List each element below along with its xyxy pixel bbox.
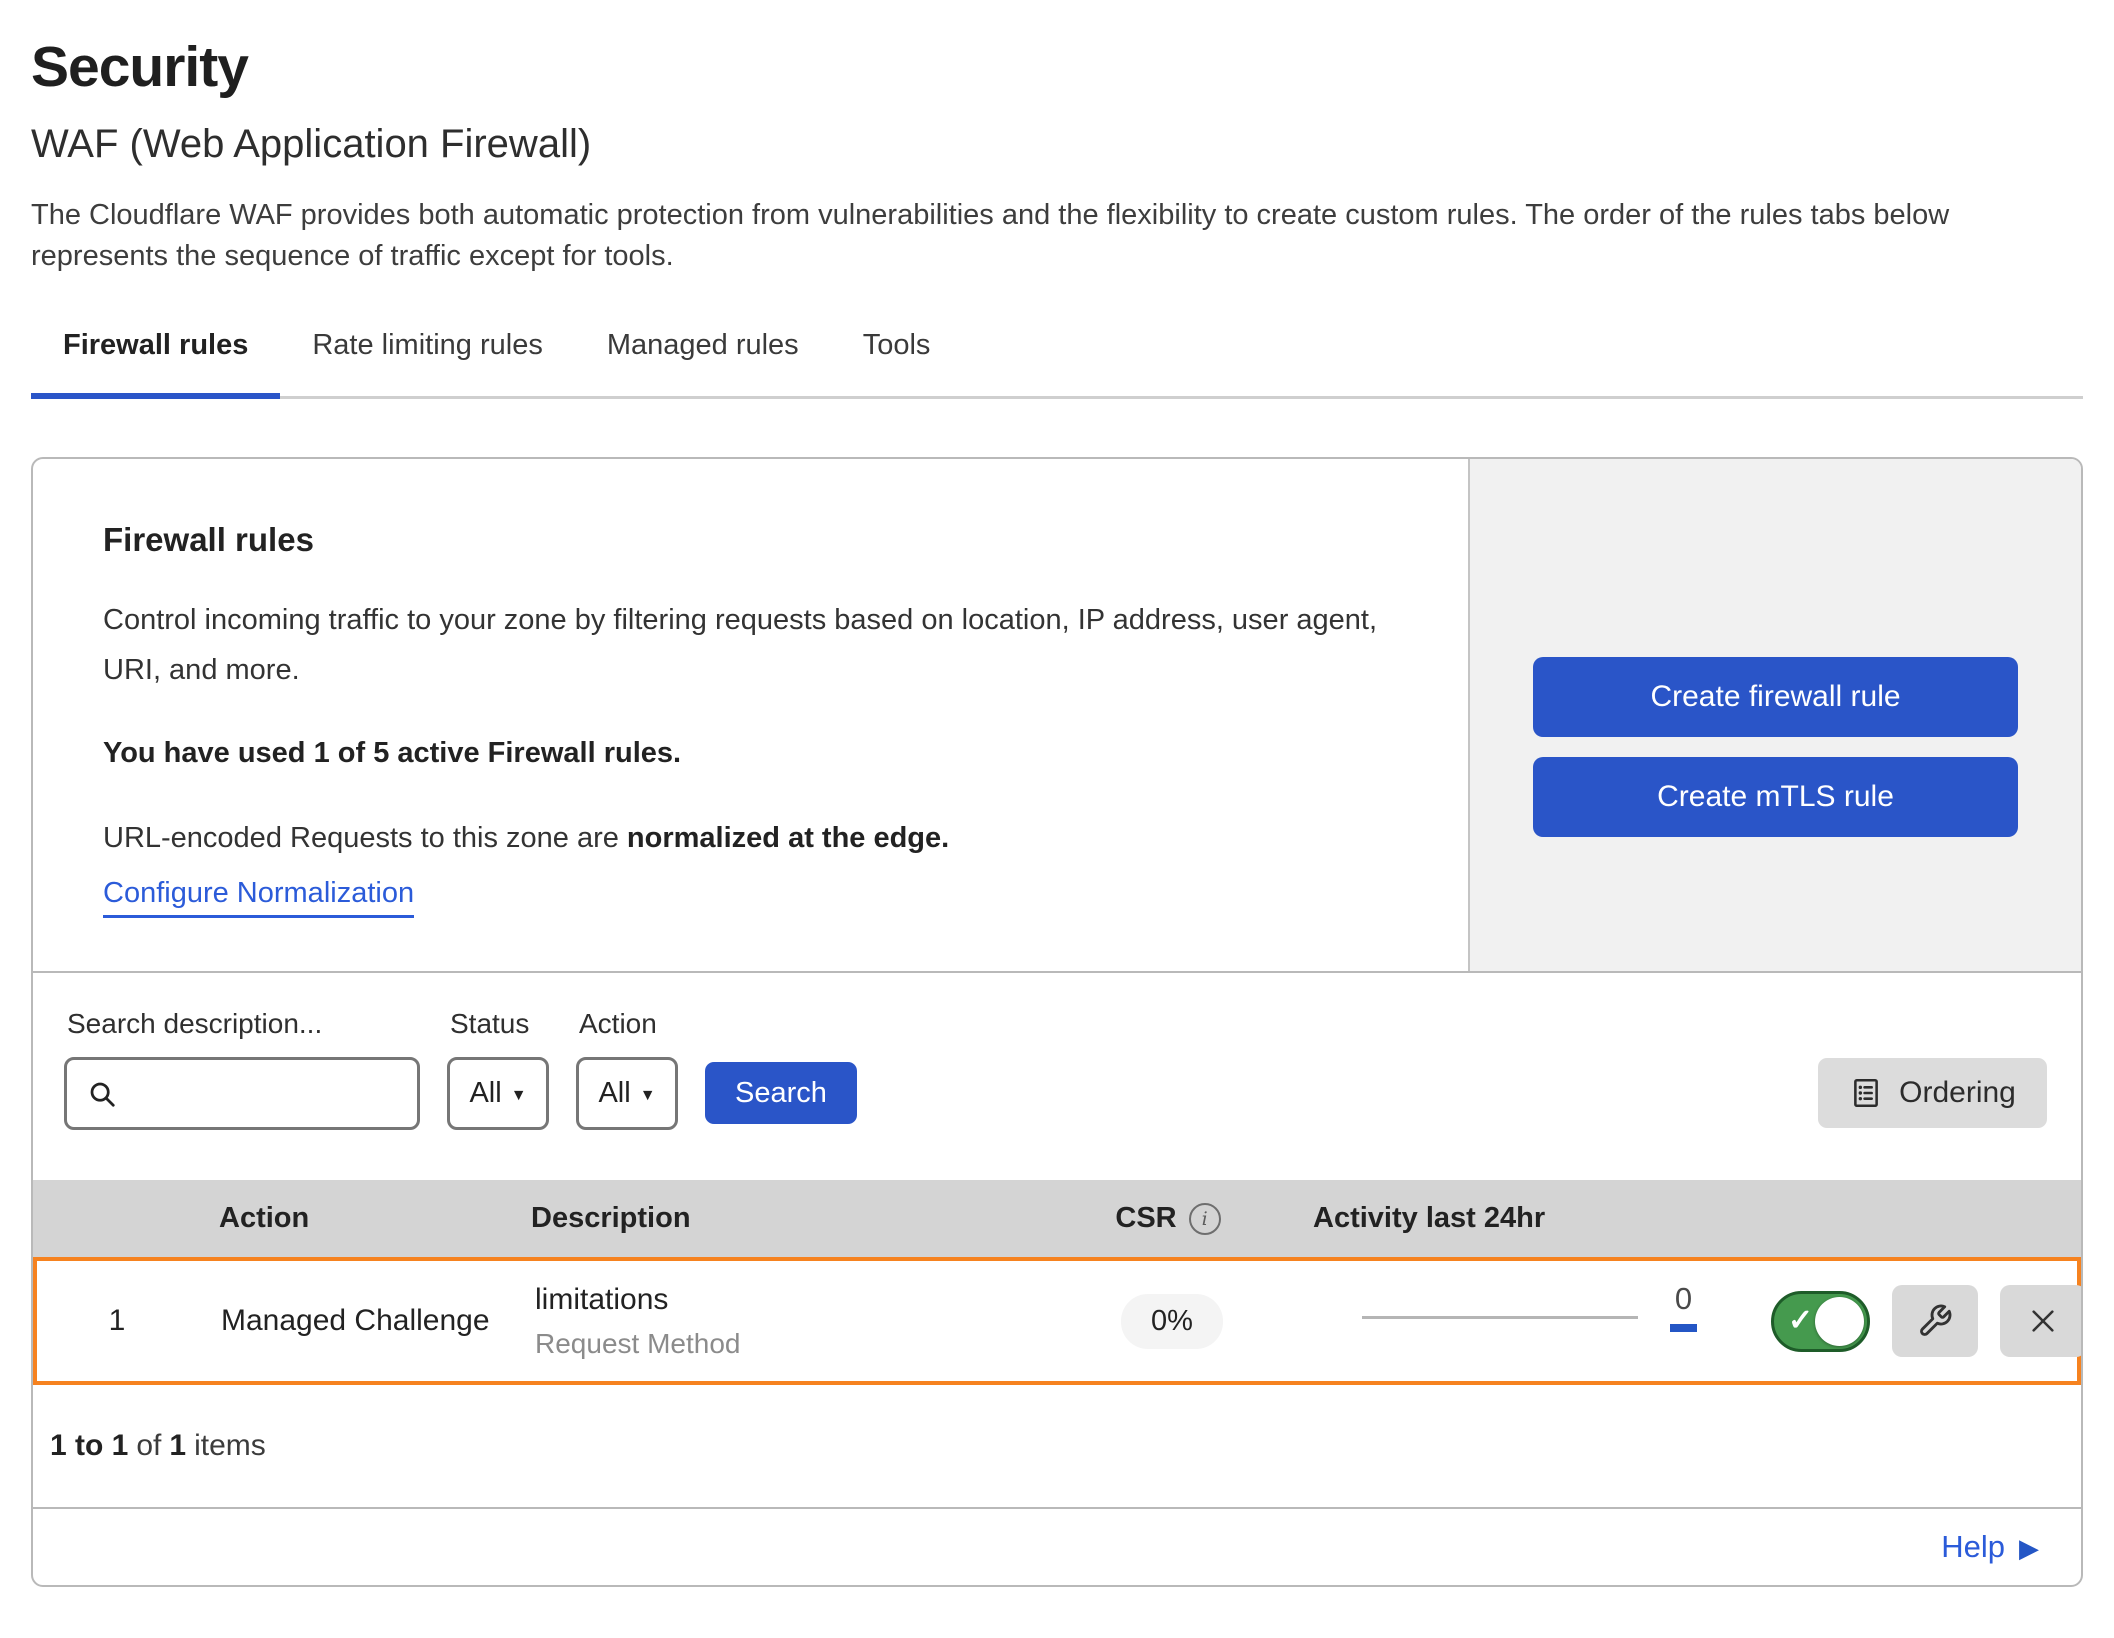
rule-action: Managed Challenge bbox=[197, 1304, 527, 1338]
page-title: Security bbox=[31, 34, 2083, 100]
chevron-down-icon: ▼ bbox=[511, 1083, 527, 1105]
summary-of: of bbox=[136, 1429, 161, 1463]
action-filter-group: Action All ▼ bbox=[576, 1008, 678, 1130]
create-mtls-rule-button[interactable]: Create mTLS rule bbox=[1533, 757, 2018, 837]
rule-description-cell: limitations Request Method bbox=[527, 1283, 1027, 1360]
rule-priority: 1 bbox=[37, 1304, 197, 1338]
filter-bar: Search description... Status All ▼ bbox=[33, 973, 2081, 1180]
pagination-summary: 1 to 1 of 1 items bbox=[33, 1385, 2081, 1507]
tab-firewall-rules[interactable]: Firewall rules bbox=[31, 329, 280, 396]
chevron-down-icon: ▼ bbox=[640, 1083, 656, 1105]
table-header: Action Description CSR i Activity last 2… bbox=[33, 1180, 2081, 1257]
card-heading: Firewall rules bbox=[103, 521, 1398, 559]
info-icon[interactable]: i bbox=[1189, 1203, 1221, 1235]
status-select[interactable]: All ▼ bbox=[447, 1057, 549, 1130]
normalization-text: URL-encoded Requests to this zone are bbox=[103, 822, 627, 854]
ordering-button[interactable]: Ordering bbox=[1818, 1058, 2047, 1128]
summary-range: 1 to 1 bbox=[50, 1429, 128, 1463]
tab-rate-limiting-rules[interactable]: Rate limiting rules bbox=[280, 329, 574, 396]
tab-tools[interactable]: Tools bbox=[831, 329, 963, 396]
rule-controls: ✓ bbox=[1757, 1285, 2083, 1357]
card-actions-panel: Create firewall rule Create mTLS rule bbox=[1468, 459, 2081, 971]
toggle-knob bbox=[1815, 1297, 1864, 1346]
tab-managed-rules[interactable]: Managed rules bbox=[575, 329, 831, 396]
normalization-bold: normalized at the edge. bbox=[627, 822, 949, 854]
edit-rule-button[interactable] bbox=[1892, 1285, 1978, 1357]
page-description: The Cloudflare WAF provides both automat… bbox=[31, 195, 2081, 277]
create-firewall-rule-button[interactable]: Create firewall rule bbox=[1533, 657, 2018, 737]
activity-count: 0 bbox=[1675, 1284, 1692, 1314]
sparkline-flat-line bbox=[1362, 1316, 1638, 1319]
ordering-button-label: Ordering bbox=[1899, 1076, 2016, 1110]
card-info: Firewall rules Control incoming traffic … bbox=[33, 459, 1468, 971]
action-select[interactable]: All ▼ bbox=[576, 1057, 678, 1130]
activity-sparkline: 0 bbox=[1317, 1284, 1757, 1358]
rule-enabled-toggle[interactable]: ✓ bbox=[1771, 1291, 1870, 1352]
search-group: Search description... bbox=[64, 1008, 420, 1130]
search-input[interactable] bbox=[129, 1078, 409, 1110]
ordering-list-icon bbox=[1849, 1076, 1883, 1110]
close-icon bbox=[2027, 1305, 2059, 1337]
header-csr: CSR i bbox=[1023, 1202, 1313, 1235]
waf-tab-bar: Firewall rules Rate limiting rules Manag… bbox=[31, 329, 2083, 399]
card-top-section: Firewall rules Control incoming traffic … bbox=[33, 459, 2081, 973]
normalization-note: URL-encoded Requests to this zone are no… bbox=[103, 822, 1398, 855]
configure-normalization-link[interactable]: Configure Normalization bbox=[103, 877, 414, 918]
rule-expression: Request Method bbox=[527, 1328, 1027, 1360]
activity-count-underline bbox=[1670, 1324, 1697, 1332]
status-filter-group: Status All ▼ bbox=[447, 1008, 549, 1130]
csr-badge: 0% bbox=[1121, 1294, 1223, 1349]
table-row[interactable]: 1 Managed Challenge limitations Request … bbox=[33, 1257, 2081, 1385]
card-footer: Help ▶ bbox=[33, 1507, 2081, 1585]
security-waf-page: Security WAF (Web Application Firewall) … bbox=[0, 0, 2114, 1587]
search-label: Search description... bbox=[67, 1008, 420, 1040]
summary-items: items bbox=[194, 1429, 266, 1463]
search-button[interactable]: Search bbox=[705, 1062, 857, 1124]
status-select-value: All bbox=[469, 1077, 501, 1110]
page-subtitle: WAF (Web Application Firewall) bbox=[31, 122, 2083, 167]
action-label: Action bbox=[579, 1008, 678, 1040]
help-link[interactable]: Help ▶ bbox=[1941, 1529, 2039, 1565]
action-select-value: All bbox=[598, 1077, 630, 1110]
firewall-rules-card: Firewall rules Control incoming traffic … bbox=[31, 457, 2083, 1587]
delete-rule-button[interactable] bbox=[2000, 1285, 2083, 1357]
header-activity: Activity last 24hr bbox=[1313, 1202, 1753, 1235]
card-description: Control incoming traffic to your zone by… bbox=[103, 595, 1398, 695]
activity-count-link[interactable]: 0 bbox=[1670, 1284, 1697, 1332]
rule-description: limitations bbox=[527, 1283, 1027, 1317]
check-icon: ✓ bbox=[1788, 1303, 1813, 1338]
arrow-right-icon: ▶ bbox=[2019, 1531, 2039, 1564]
usage-counter: You have used 1 of 5 active Firewall rul… bbox=[103, 737, 1398, 770]
wrench-icon bbox=[1917, 1303, 1953, 1339]
search-input-box[interactable] bbox=[64, 1057, 420, 1130]
status-label: Status bbox=[450, 1008, 549, 1040]
summary-total: 1 bbox=[169, 1429, 186, 1463]
header-description: Description bbox=[523, 1202, 1023, 1235]
header-action: Action bbox=[193, 1202, 523, 1235]
search-icon bbox=[87, 1079, 117, 1109]
rule-csr-cell: 0% bbox=[1027, 1294, 1317, 1349]
help-label: Help bbox=[1941, 1529, 2005, 1565]
header-csr-label: CSR bbox=[1115, 1202, 1176, 1235]
